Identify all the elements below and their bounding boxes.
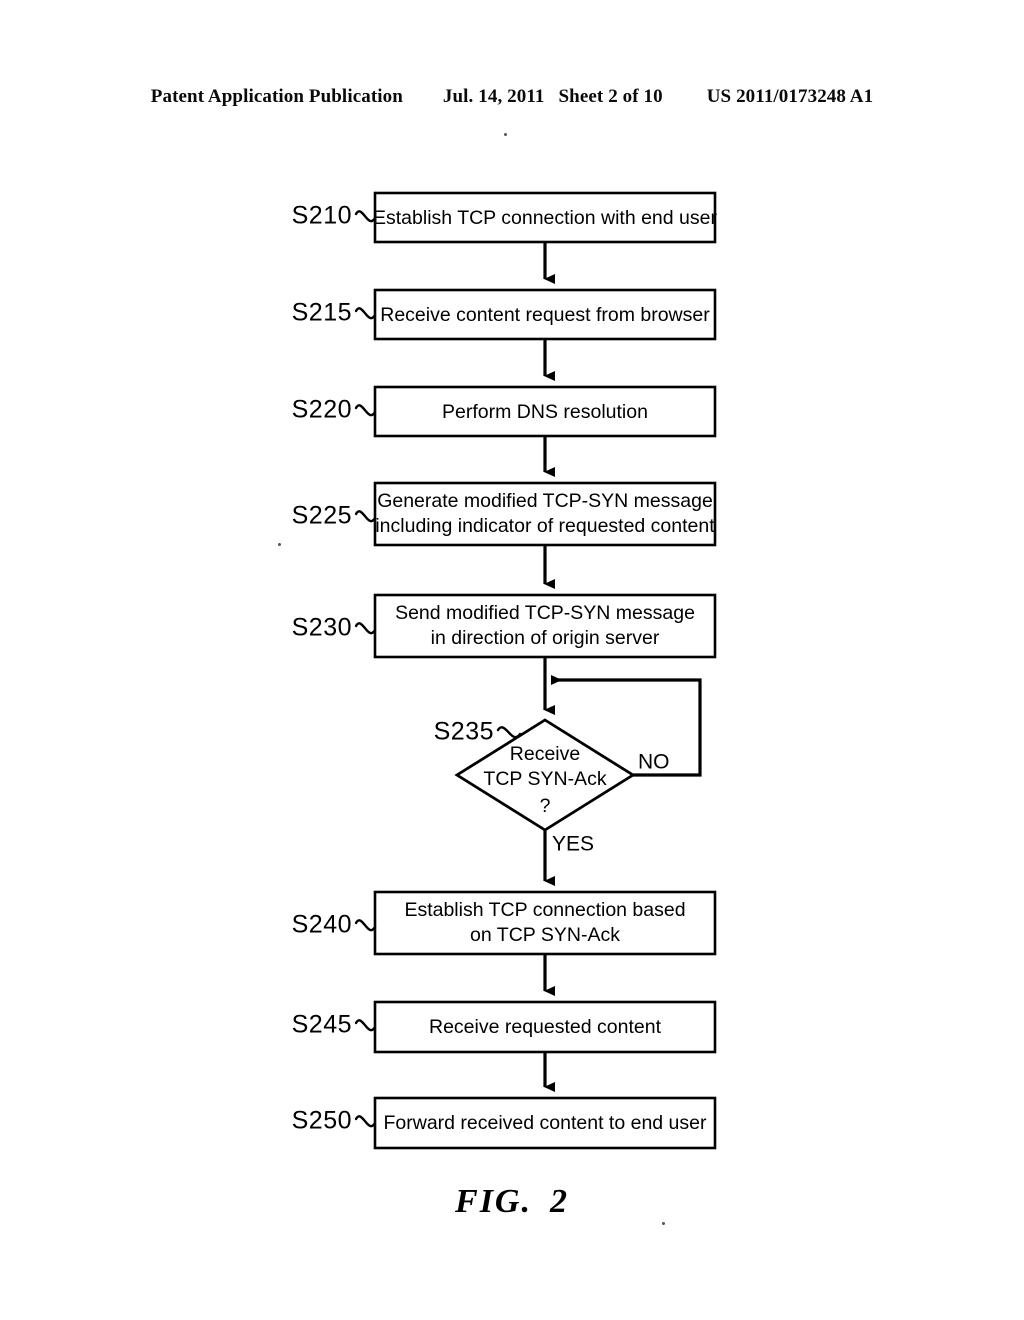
- step-ref-s250: S250: [292, 1107, 352, 1135]
- figure-caption: FIG. 2: [0, 1183, 1024, 1221]
- flow-node-s225[interactable]: Generate modified TCP-SYN message includ…: [292, 481, 717, 547]
- flow-node-s250[interactable]: Forward received content to end user S25…: [292, 1096, 717, 1150]
- flow-node-s235[interactable]: Receive TCP SYN-Ack ? S235: [434, 718, 636, 832]
- flow-node-s245[interactable]: Receive requested content S245: [292, 1000, 717, 1054]
- leader-line-s220: [354, 404, 377, 417]
- flow-box-s240-label-line2: on TCP SYN-Ack: [470, 924, 620, 946]
- step-ref-s230: S230: [292, 614, 352, 642]
- flow-box-s230-label-line1: Send modified TCP-SYN message: [395, 602, 695, 624]
- flow-box-s220-label: Perform DNS resolution: [442, 401, 648, 423]
- step-ref-s225: S225: [292, 502, 352, 530]
- flow-node-s240[interactable]: Establish TCP connection based on TCP SY…: [292, 890, 717, 956]
- figure-caption-number: 2: [549, 1183, 569, 1220]
- flowchart-diagram: Establish TCP connection with end user S…: [292, 191, 718, 1150]
- branch-label-no: NO: [638, 751, 670, 774]
- flow-box-s230-label-line2: in direction of origin server: [431, 627, 660, 649]
- flow-box-s210-label: Establish TCP connection with end user: [373, 207, 717, 229]
- step-ref-s240: S240: [292, 911, 352, 939]
- flow-box-s250-label: Forward received content to end user: [383, 1112, 707, 1134]
- step-ref-s210: S210: [292, 202, 352, 230]
- step-ref-s215: S215: [292, 299, 352, 327]
- leader-line-s230: [354, 622, 377, 635]
- leader-line-s225: [354, 510, 377, 523]
- leader-line-s235: [496, 726, 522, 739]
- leader-line-s240: [354, 919, 377, 932]
- flow-node-s210[interactable]: Establish TCP connection with end user S…: [292, 191, 718, 244]
- flow-box-s215-label: Receive content request from browser: [380, 304, 710, 326]
- leader-line-s245: [354, 1019, 377, 1032]
- flow-box-s240-label-line1: Establish TCP connection based: [404, 899, 685, 921]
- flow-box-s225-label-line2: including indicator of requested content: [375, 515, 715, 537]
- step-ref-s220: S220: [292, 396, 352, 424]
- flow-node-s215[interactable]: Receive content request from browser S21…: [292, 288, 717, 341]
- flow-node-s230[interactable]: Send modified TCP-SYN message in directi…: [292, 593, 717, 659]
- flow-node-s220[interactable]: Perform DNS resolution S220: [292, 385, 717, 438]
- leader-line-s215: [354, 307, 377, 320]
- flow-diamond-s235-line3: ?: [540, 795, 551, 817]
- flow-diamond-s235-line2: TCP SYN-Ack: [483, 768, 606, 790]
- step-ref-s235: S235: [434, 718, 494, 746]
- flow-box-s245-label: Receive requested content: [429, 1016, 662, 1038]
- patent-figure-page: Patent Application Publication Jul. 14, 2…: [0, 0, 1024, 1320]
- branch-label-yes: YES: [552, 833, 594, 856]
- step-ref-s245: S245: [292, 1011, 352, 1039]
- leader-line-s250: [354, 1115, 377, 1128]
- figure-caption-label: FIG.: [455, 1183, 532, 1220]
- flow-diamond-s235-line1: Receive: [510, 743, 580, 765]
- flow-box-s225-label-line1: Generate modified TCP-SYN message: [377, 490, 713, 512]
